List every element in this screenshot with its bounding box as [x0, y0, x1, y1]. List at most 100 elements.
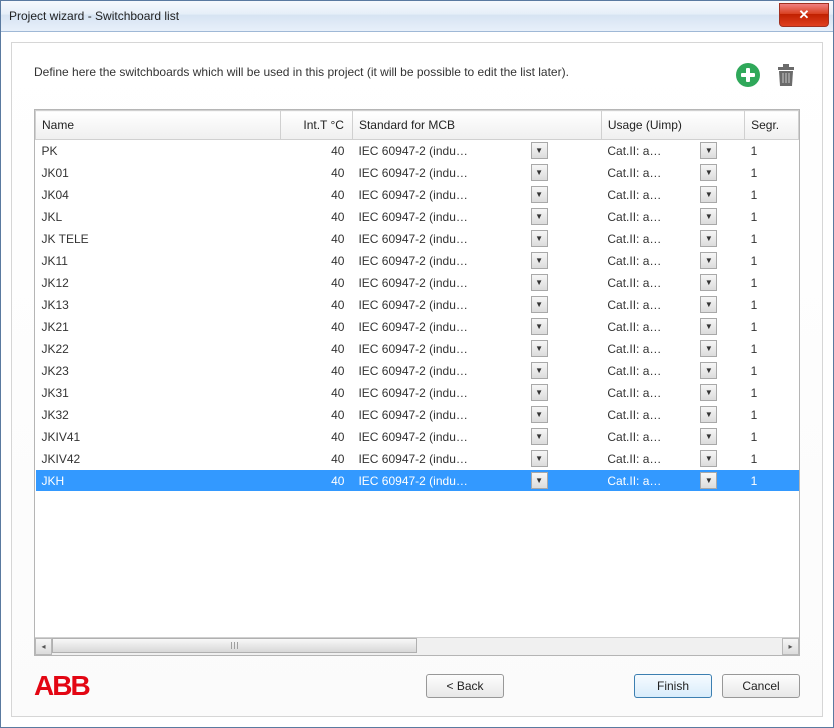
cell-segr[interactable]: 1: [745, 162, 799, 184]
cell-segr[interactable]: 1: [745, 228, 799, 250]
cell-segr[interactable]: 1: [745, 338, 799, 360]
usage-dropdown-button[interactable]: ▼: [700, 274, 717, 291]
usage-dropdown-button[interactable]: ▼: [700, 142, 717, 159]
cell-temp[interactable]: 40: [280, 470, 352, 492]
cell-name[interactable]: JK22: [36, 338, 281, 360]
cell-segr[interactable]: 1: [745, 206, 799, 228]
cell-standard[interactable]: IEC 60947-2 (industrial use): [352, 448, 476, 470]
horizontal-scrollbar[interactable]: ◂ ▸: [35, 637, 799, 655]
table-row[interactable]: JKL40IEC 60947-2 (industrial use)▼Cat.II…: [36, 206, 799, 228]
cell-segr[interactable]: 1: [745, 404, 799, 426]
cell-name[interactable]: JK11: [36, 250, 281, 272]
standard-dropdown-button[interactable]: ▼: [531, 142, 548, 159]
cell-temp[interactable]: 40: [280, 250, 352, 272]
close-button[interactable]: ✕: [779, 3, 829, 27]
cell-temp[interactable]: 40: [280, 162, 352, 184]
cell-usage[interactable]: Cat.II: appliances an...: [601, 404, 673, 426]
col-header-temp[interactable]: Int.T °C: [280, 111, 352, 140]
table-row[interactable]: JK2340IEC 60947-2 (industrial use)▼Cat.I…: [36, 360, 799, 382]
table-row[interactable]: JK1140IEC 60947-2 (industrial use) ▼ Cat.I…: [36, 250, 799, 272]
table-row[interactable]: JK3240IEC 60947-2 (industrial use) ▼ Cat.I…: [36, 404, 799, 426]
cell-standard[interactable]: IEC 60947-2 (industrial use): [352, 360, 476, 382]
delete-switchboard-button[interactable]: [772, 61, 800, 89]
cell-segr[interactable]: 1: [745, 360, 799, 382]
cell-name[interactable]: JK13: [36, 294, 281, 316]
cell-usage[interactable]: Cat.II: appliances an...: [601, 250, 673, 272]
cancel-button[interactable]: Cancel: [722, 674, 800, 698]
usage-dropdown-button[interactable]: ▼: [700, 296, 717, 313]
table-row[interactable]: JK3140IEC 60947-2 (industrial use)▼Cat.I…: [36, 382, 799, 404]
cell-temp[interactable]: 40: [280, 404, 352, 426]
cell-segr[interactable]: 1: [745, 426, 799, 448]
standard-dropdown-button[interactable]: ▼: [531, 208, 548, 225]
cell-standard[interactable]: IEC 60947-2 (industrial use): [352, 184, 476, 206]
cell-name[interactable]: JKIV41: [36, 426, 281, 448]
table-row[interactable]: JKIV4140IEC 60947-2 (industrial use)▼Cat…: [36, 426, 799, 448]
table-row[interactable]: JK1240IEC 60947-2 (industrial use)▼Cat.I…: [36, 272, 799, 294]
table-row[interactable]: JKH40IEC 60947-2 (industrial use) ▼ Cat.II…: [36, 470, 799, 492]
cell-temp[interactable]: 40: [280, 316, 352, 338]
standard-dropdown-button[interactable]: ▼: [531, 274, 548, 291]
back-button[interactable]: < Back: [426, 674, 504, 698]
standard-dropdown-button[interactable]: ▼: [531, 472, 548, 489]
usage-dropdown-button[interactable]: ▼: [700, 186, 717, 203]
table-row[interactable]: PK40IEC 60947-2 (industrial use)▼Cat.II:…: [36, 140, 799, 162]
usage-dropdown-button[interactable]: ▼: [700, 340, 717, 357]
scroll-left-button[interactable]: ◂: [35, 638, 52, 655]
cell-segr[interactable]: 1: [745, 316, 799, 338]
standard-dropdown-button[interactable]: ▼: [531, 384, 548, 401]
standard-dropdown-button[interactable]: ▼: [531, 406, 548, 423]
cell-standard[interactable]: IEC 60947-2 (industrial use): [352, 404, 476, 426]
standard-dropdown-button[interactable]: ▼: [531, 296, 548, 313]
cell-temp[interactable]: 40: [280, 448, 352, 470]
cell-temp[interactable]: 40: [280, 294, 352, 316]
standard-dropdown-button[interactable]: ▼: [531, 340, 548, 357]
cell-name[interactable]: JK TELE: [36, 228, 281, 250]
cell-usage[interactable]: Cat.II: appliances an...: [601, 184, 673, 206]
usage-dropdown-button[interactable]: ▼: [700, 406, 717, 423]
cell-name[interactable]: JKH: [36, 470, 281, 492]
cell-usage[interactable]: Cat.II: appliances an...: [601, 426, 673, 448]
cell-usage[interactable]: Cat.II: appliances an...: [601, 360, 673, 382]
cell-temp[interactable]: 40: [280, 360, 352, 382]
cell-usage[interactable]: Cat.II: appliances an...: [601, 448, 673, 470]
cell-standard[interactable]: IEC 60947-2 (industrial use): [352, 470, 476, 492]
table-row[interactable]: JK TELE40IEC 60947-2 (industrial use)▼Ca…: [36, 228, 799, 250]
cell-name[interactable]: JK23: [36, 360, 281, 382]
table-row[interactable]: JKIV4240IEC 60947-2 (industrial use) ▼ Cat…: [36, 448, 799, 470]
standard-dropdown-button[interactable]: ▼: [531, 164, 548, 181]
cell-standard[interactable]: IEC 60947-2 (industrial use): [352, 338, 476, 360]
cell-standard[interactable]: IEC 60947-2 (industrial use): [352, 140, 476, 162]
usage-dropdown-button[interactable]: ▼: [700, 230, 717, 247]
usage-dropdown-button[interactable]: ▼: [700, 252, 717, 269]
cell-standard[interactable]: IEC 60947-2 (industrial use): [352, 250, 476, 272]
cell-temp[interactable]: 40: [280, 184, 352, 206]
cell-standard[interactable]: IEC 60947-2 (industrial use): [352, 206, 476, 228]
cell-temp[interactable]: 40: [280, 426, 352, 448]
col-header-usage[interactable]: Usage (Uimp): [601, 111, 744, 140]
cell-standard[interactable]: IEC 60947-2 (industrial use): [352, 294, 476, 316]
cell-name[interactable]: JK04: [36, 184, 281, 206]
scroll-right-button[interactable]: ▸: [782, 638, 799, 655]
usage-dropdown-button[interactable]: ▼: [700, 384, 717, 401]
cell-usage[interactable]: Cat.II: appliances an...: [601, 382, 673, 404]
cell-segr[interactable]: 1: [745, 448, 799, 470]
cell-usage[interactable]: Cat.II: appliances an...: [601, 206, 673, 228]
cell-name[interactable]: JK01: [36, 162, 281, 184]
cell-name[interactable]: JK32: [36, 404, 281, 426]
cell-temp[interactable]: 40: [280, 382, 352, 404]
cell-temp[interactable]: 40: [280, 140, 352, 162]
usage-dropdown-button[interactable]: ▼: [700, 318, 717, 335]
standard-dropdown-button[interactable]: ▼: [531, 186, 548, 203]
finish-button[interactable]: Finish: [634, 674, 712, 698]
cell-usage[interactable]: Cat.II: appliances an...: [601, 338, 673, 360]
standard-dropdown-button[interactable]: ▼: [531, 450, 548, 467]
cell-name[interactable]: JKIV42: [36, 448, 281, 470]
cell-standard[interactable]: IEC 60947-2 (industrial use): [352, 316, 476, 338]
col-header-standard[interactable]: Standard for MCB: [352, 111, 601, 140]
cell-temp[interactable]: 40: [280, 272, 352, 294]
cell-usage[interactable]: Cat.II: appliances an...: [601, 272, 673, 294]
cell-usage[interactable]: Cat.II: appliances an...: [601, 470, 673, 492]
standard-dropdown-button[interactable]: ▼: [531, 318, 548, 335]
table-row[interactable]: JK0140IEC 60947-2 (industrial use)▼Cat.I…: [36, 162, 799, 184]
